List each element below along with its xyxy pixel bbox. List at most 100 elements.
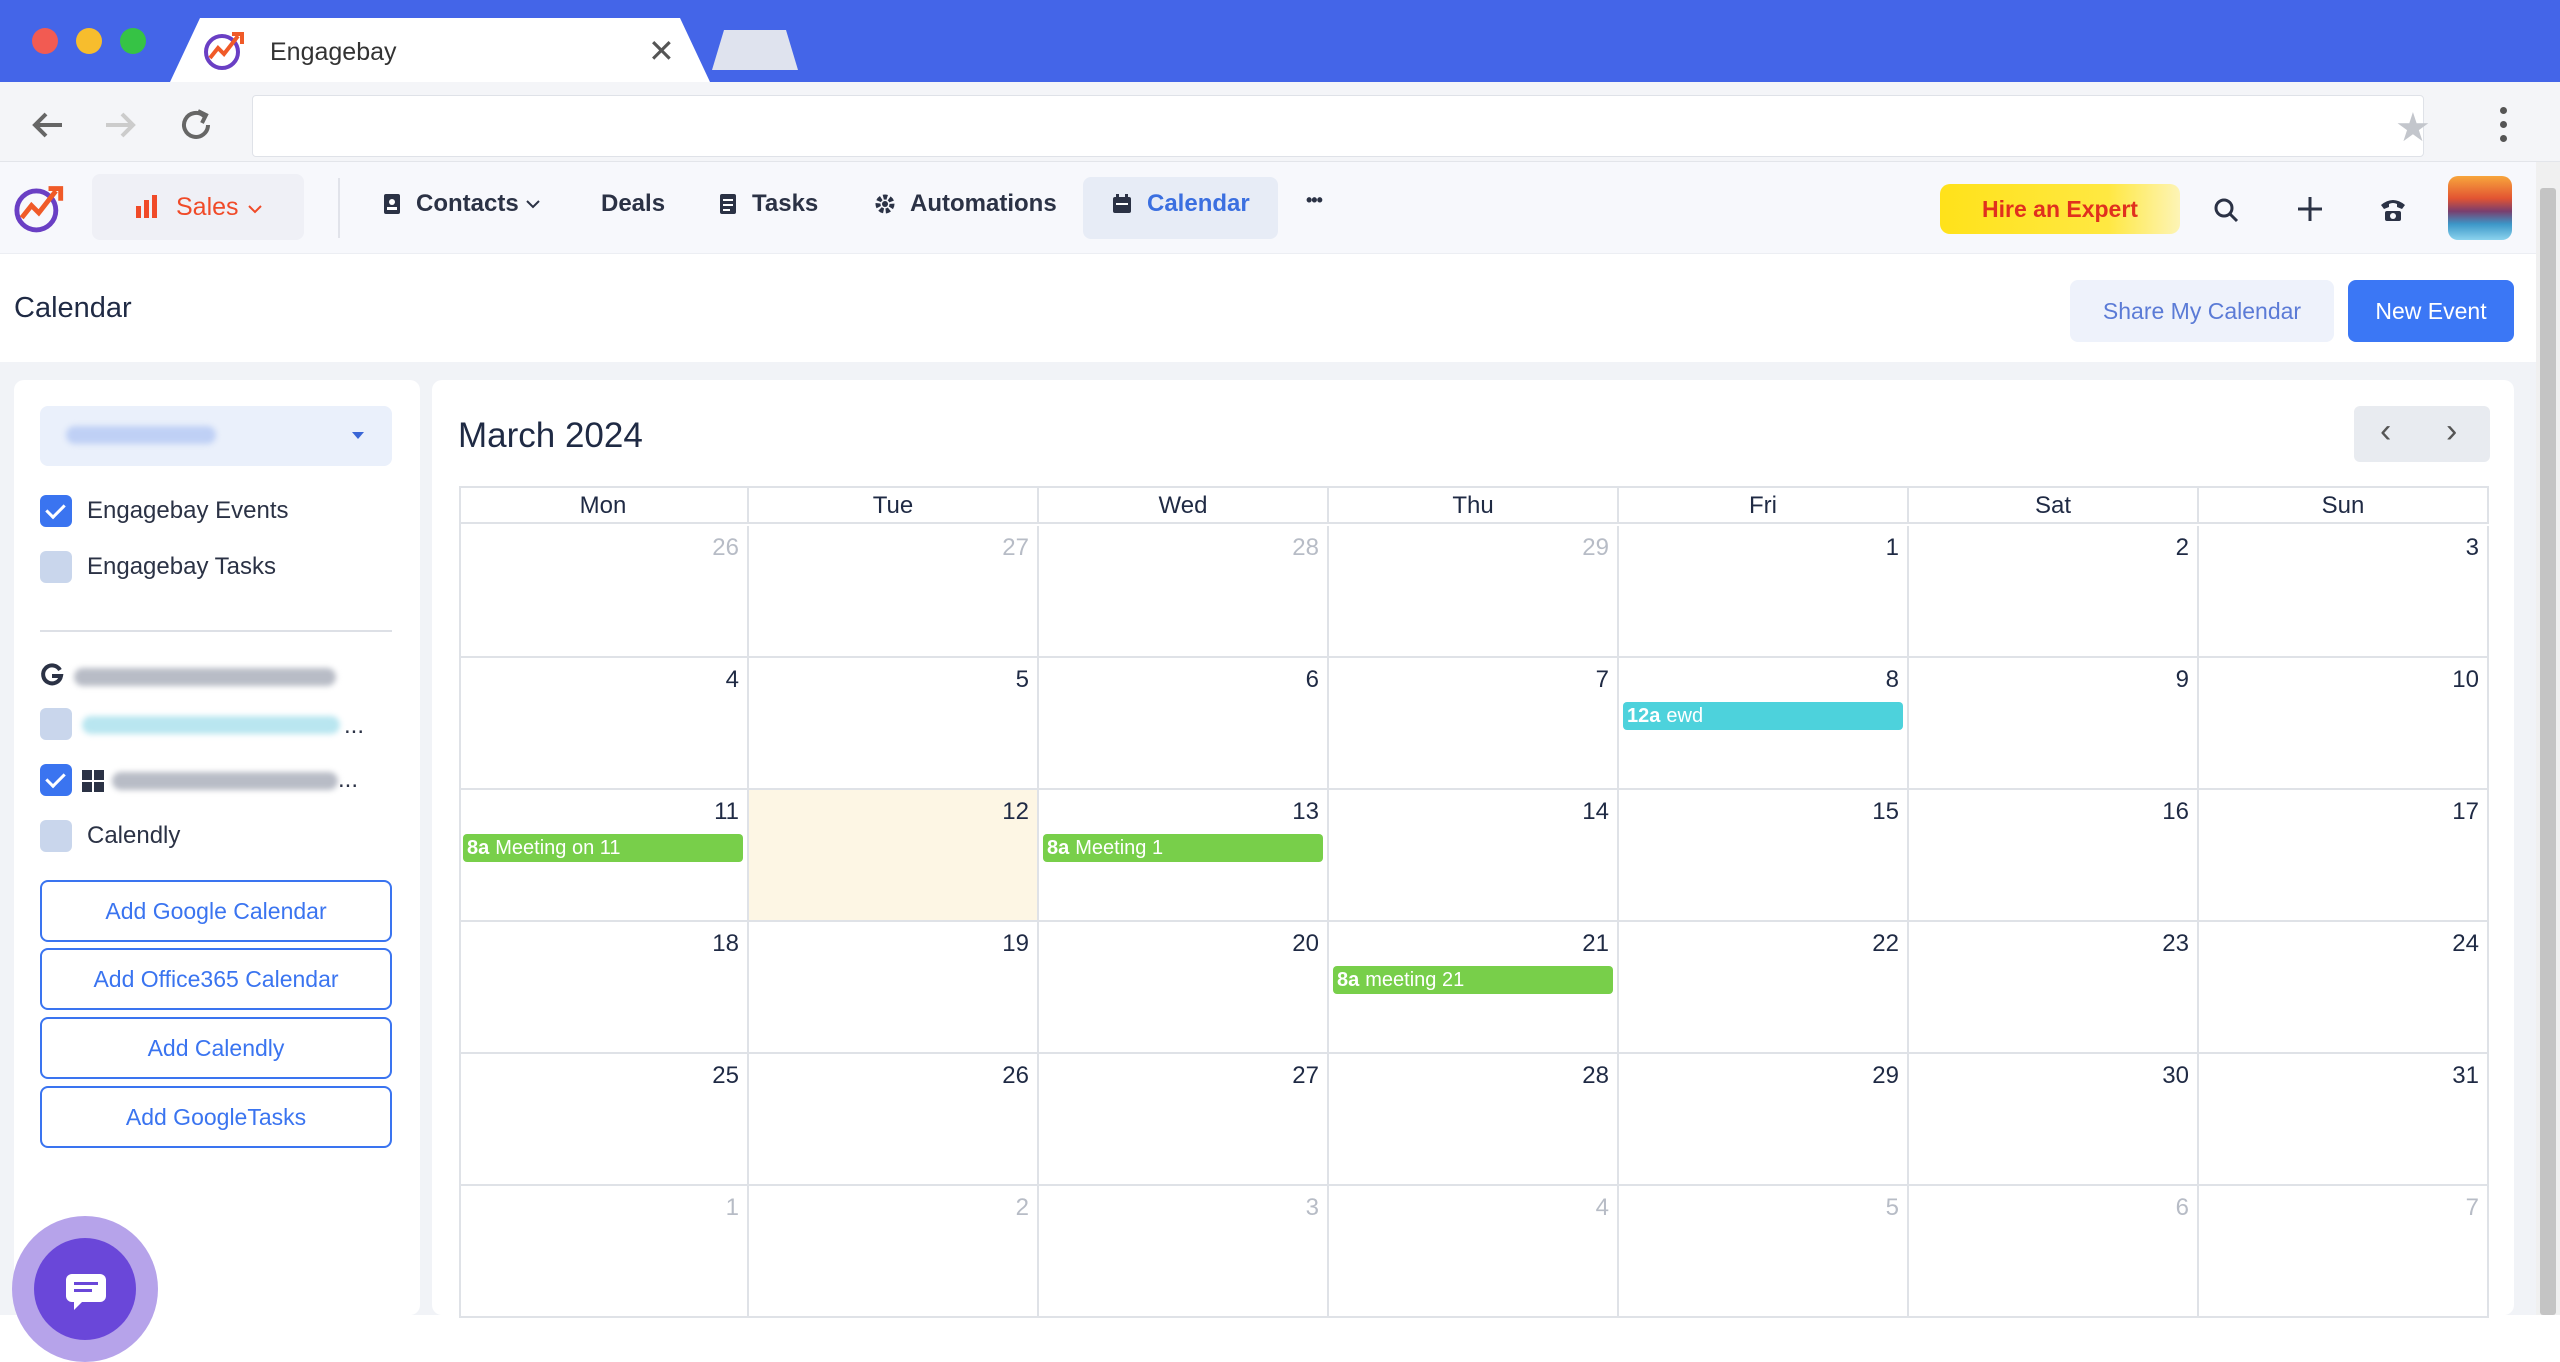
hire-expert-button[interactable]: Hire an Expert: [1940, 184, 2180, 234]
bookmark-star-icon[interactable]: ★: [2395, 105, 2431, 151]
new-tab-button[interactable]: [712, 30, 798, 70]
calendar-select-dropdown[interactable]: [40, 406, 392, 466]
sidebar-divider: [40, 630, 392, 632]
day-cell[interactable]: 20: [1039, 922, 1329, 1054]
search-icon[interactable]: [2212, 196, 2240, 224]
day-cell[interactable]: 24: [2199, 922, 2489, 1054]
minimize-window-icon[interactable]: [76, 28, 102, 54]
day-cell[interactable]: 21 8a meeting 21: [1329, 922, 1619, 1054]
day-cell[interactable]: 14: [1329, 790, 1619, 922]
day-cell[interactable]: 1: [459, 1186, 749, 1318]
chat-launcher[interactable]: [12, 1216, 158, 1362]
day-cell[interactable]: 28: [1039, 526, 1329, 658]
day-cell[interactable]: 27: [749, 526, 1039, 658]
weekday-header: Sat: [1909, 486, 2199, 524]
day-number: 7: [1595, 666, 1609, 693]
day-cell[interactable]: 31: [2199, 1054, 2489, 1186]
new-event-button[interactable]: New Event: [2348, 280, 2514, 342]
add-google-calendar-button[interactable]: Add Google Calendar: [40, 880, 392, 942]
day-cell[interactable]: 2: [749, 1186, 1039, 1318]
forward-icon[interactable]: [100, 105, 140, 145]
day-cell[interactable]: 29: [1619, 1054, 1909, 1186]
month-title: March 2024: [458, 416, 643, 455]
day-cell[interactable]: 26: [459, 526, 749, 658]
day-cell[interactable]: 5: [1619, 1186, 1909, 1318]
browser-menu-icon[interactable]: [2500, 107, 2508, 149]
day-cell[interactable]: 6: [1909, 1186, 2199, 1318]
day-cell[interactable]: 18: [459, 922, 749, 1054]
day-cell[interactable]: 7: [1329, 658, 1619, 790]
day-cell[interactable]: 4: [459, 658, 749, 790]
contacts-icon: [384, 194, 400, 214]
nav-deals[interactable]: Deals: [601, 190, 665, 218]
module-switcher[interactable]: Sales: [92, 174, 304, 240]
calendly-checkbox[interactable]: [40, 820, 72, 852]
browser-tab[interactable]: Engagebay ✕: [170, 18, 710, 82]
user-avatar[interactable]: [2448, 176, 2512, 240]
close-window-icon[interactable]: [32, 28, 58, 54]
page-scrollbar[interactable]: [2536, 162, 2560, 1315]
day-cell[interactable]: 2: [1909, 526, 2199, 658]
day-cell[interactable]: 9: [1909, 658, 2199, 790]
day-cell[interactable]: 3: [2199, 526, 2489, 658]
more-menu-icon[interactable]: •••: [1306, 190, 1323, 211]
nav-contacts[interactable]: Contacts: [382, 190, 541, 218]
event-title: Meeting 1: [1075, 837, 1164, 859]
day-cell[interactable]: 7: [2199, 1186, 2489, 1318]
header-divider: [338, 178, 340, 238]
day-cell[interactable]: 29: [1329, 526, 1619, 658]
day-cell[interactable]: 10: [2199, 658, 2489, 790]
chevron-down-icon: [525, 200, 540, 209]
day-cell[interactable]: 6: [1039, 658, 1329, 790]
day-cell[interactable]: 1: [1619, 526, 1909, 658]
day-cell[interactable]: 25: [459, 1054, 749, 1186]
add-office365-calendar-button[interactable]: Add Office365 Calendar: [40, 948, 392, 1010]
calendar-event[interactable]: 8a meeting 21: [1333, 966, 1613, 994]
calendar-event[interactable]: 8a Meeting on 11: [463, 834, 743, 862]
nav-contacts-label: Contacts: [416, 190, 519, 217]
day-cell-today[interactable]: 12: [749, 790, 1039, 922]
engagebay-logo-icon[interactable]: [12, 182, 68, 234]
reload-icon[interactable]: [176, 105, 216, 145]
prev-month-button[interactable]: ‹: [2380, 412, 2391, 451]
day-number: 1: [725, 1194, 739, 1221]
add-calendly-button[interactable]: Add Calendly: [40, 1017, 392, 1079]
day-cell[interactable]: 11 8a Meeting on 11: [459, 790, 749, 922]
tab-close-icon[interactable]: ✕: [648, 32, 675, 70]
day-cell[interactable]: 15: [1619, 790, 1909, 922]
calendar-event[interactable]: 8a Meeting 1: [1043, 834, 1323, 862]
day-cell[interactable]: 27: [1039, 1054, 1329, 1186]
next-month-button[interactable]: ›: [2446, 412, 2457, 451]
day-cell[interactable]: 28: [1329, 1054, 1619, 1186]
day-cell[interactable]: 26: [749, 1054, 1039, 1186]
back-icon[interactable]: [28, 105, 68, 145]
share-calendar-button[interactable]: Share My Calendar: [2070, 280, 2334, 342]
engagebay-tasks-checkbox[interactable]: [40, 551, 72, 583]
maximize-window-icon[interactable]: [120, 28, 146, 54]
day-cell[interactable]: 30: [1909, 1054, 2199, 1186]
phone-icon[interactable]: [2378, 194, 2408, 224]
address-bar[interactable]: [252, 95, 2424, 157]
day-cell[interactable]: 4: [1329, 1186, 1619, 1318]
bar-chart-icon: [136, 195, 157, 218]
event-time: 8a: [1337, 969, 1360, 991]
day-cell[interactable]: 5: [749, 658, 1039, 790]
calendar-event[interactable]: 12a ewd: [1623, 702, 1903, 730]
day-cell[interactable]: 8 12a ewd: [1619, 658, 1909, 790]
day-cell[interactable]: 13 8a Meeting 1: [1039, 790, 1329, 922]
nav-calendar[interactable]: Calendar: [1111, 190, 1250, 218]
day-cell[interactable]: 19: [749, 922, 1039, 1054]
day-cell[interactable]: 17: [2199, 790, 2489, 922]
add-icon[interactable]: [2295, 194, 2325, 224]
day-number: 25: [712, 1062, 739, 1089]
nav-automations[interactable]: Automations: [874, 190, 1057, 218]
nav-tasks[interactable]: Tasks: [718, 190, 818, 218]
day-cell[interactable]: 22: [1619, 922, 1909, 1054]
google-account-checkbox[interactable]: [40, 708, 72, 740]
office365-account-checkbox[interactable]: [40, 764, 72, 796]
day-cell[interactable]: 3: [1039, 1186, 1329, 1318]
day-cell[interactable]: 23: [1909, 922, 2199, 1054]
add-googletasks-button[interactable]: Add GoogleTasks: [40, 1086, 392, 1148]
engagebay-events-checkbox[interactable]: [40, 495, 72, 527]
day-cell[interactable]: 16: [1909, 790, 2199, 922]
